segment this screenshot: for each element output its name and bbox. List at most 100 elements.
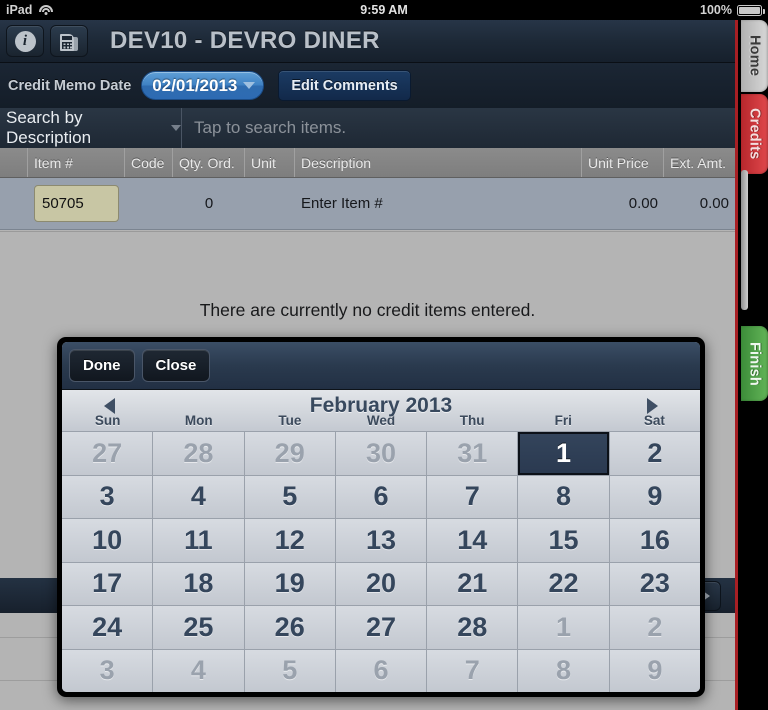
ios-status-bar: iPad 9:59 AM 100%	[0, 0, 768, 20]
calendar-day[interactable]: 3	[62, 475, 153, 518]
table-cell-code	[125, 178, 173, 229]
battery-icon	[737, 4, 765, 16]
date-picker-popover: Done Close Sun Mon Tue Wed Thu Fri Sat Februar…	[57, 337, 705, 697]
rail-scrollbar[interactable]	[741, 170, 748, 310]
calendar-day-name-fri: Fri	[554, 413, 572, 428]
calendar-day-names: Sun Mon Tue Wed Thu Fri Sat	[62, 413, 700, 428]
triangle-left-icon[interactable]	[104, 398, 115, 414]
calendar-day[interactable]: 24	[62, 606, 153, 649]
triangle-right-icon[interactable]	[647, 398, 658, 414]
table-column-header-blank[interactable]	[0, 148, 28, 177]
calendar-day[interactable]: 9	[609, 475, 700, 518]
calendar-day[interactable]: 22	[518, 562, 609, 605]
calendar-day[interactable]: 10	[62, 519, 153, 562]
calendar-day[interactable]: 29	[244, 432, 335, 475]
calendar-day[interactable]: 14	[427, 519, 518, 562]
rail-tab-credits[interactable]: Credits	[741, 94, 768, 174]
navigation-bar: i DEV10 - DEVRO DINER	[0, 20, 735, 62]
calendar-day[interactable]: 28	[427, 606, 518, 649]
search-mode-label: Search by Description	[6, 108, 92, 147]
credit-memo-date-value: 02/01/2013	[152, 75, 238, 95]
calendar-day[interactable]: 6	[335, 475, 427, 518]
table-cell-blank	[0, 178, 28, 229]
table-column-header-qty-ord[interactable]: Qty. Ord.	[173, 148, 245, 177]
calendar-day[interactable]: 1	[518, 606, 609, 649]
calendar-day-name-thu: Thu	[459, 413, 485, 428]
calendar-day[interactable]: 20	[335, 562, 427, 605]
close-button[interactable]: Close	[141, 349, 211, 382]
calendar-day[interactable]: 4	[153, 475, 244, 518]
calendar-day[interactable]: 27	[335, 606, 427, 649]
status-bar-right: 100%	[700, 3, 765, 17]
edit-comments-button[interactable]: Edit Comments	[278, 70, 411, 101]
rail-tab-finish[interactable]: Finish	[741, 326, 768, 401]
calendar-day[interactable]: 4	[153, 649, 244, 692]
item-number-input[interactable]: 50705	[34, 185, 119, 222]
table-cell-unit-price: 0.00	[628, 195, 658, 212]
calendar-day-name-sat: Sat	[643, 413, 665, 428]
calendar-day[interactable]: 3	[62, 649, 153, 692]
side-tab-rail: Home Credits Finish	[735, 20, 768, 710]
table-column-header-item[interactable]: Item #	[28, 148, 125, 177]
calendar-day[interactable]: 30	[335, 432, 427, 475]
calendar-day[interactable]: 2	[609, 432, 700, 475]
search-mode-dropdown[interactable]: Search by Description	[0, 108, 182, 148]
calendar-day[interactable]: 21	[427, 562, 518, 605]
calendar-day[interactable]: 7	[427, 649, 518, 692]
calendar-day[interactable]: 11	[153, 519, 244, 562]
table-column-header-code[interactable]: Code	[125, 148, 173, 177]
table-cell-description: Enter Item #	[301, 195, 383, 212]
calendar-day-name-tue: Tue	[278, 413, 302, 428]
credit-memo-date-label: Credit Memo Date	[8, 77, 132, 94]
calendar-day[interactable]: 16	[609, 519, 700, 562]
table-column-header-ext-amt[interactable]: Ext. Amt.	[664, 148, 735, 177]
calendar-day-selected[interactable]: 1	[518, 432, 609, 475]
calendar-day[interactable]: 13	[335, 519, 427, 562]
calendar-day[interactable]: 15	[518, 519, 609, 562]
date-picker-panel: Done Close Sun Mon Tue Wed Thu Fri Sat Februar…	[62, 342, 700, 692]
search-bar: Search by Description Tap to search item…	[0, 108, 735, 148]
search-input[interactable]: Tap to search items.	[182, 108, 735, 148]
table-cell-qty-ordered: 0	[204, 195, 214, 212]
date-picker-toolbar: Done Close	[62, 342, 700, 390]
calendar-day-name-mon: Mon	[184, 413, 213, 428]
calendar-day[interactable]: 9	[609, 649, 700, 692]
chevron-down-icon	[171, 125, 181, 131]
rail-tab-finish-label: Finish	[746, 341, 763, 386]
calendar-day[interactable]: 28	[153, 432, 244, 475]
calendar-day[interactable]: 5	[244, 475, 335, 518]
calendar-day[interactable]: 25	[153, 606, 244, 649]
calendar-day[interactable]: 27	[62, 432, 153, 475]
calendar-day[interactable]: 17	[62, 562, 153, 605]
calendar-day[interactable]: 5	[244, 649, 335, 692]
info-button[interactable]: i	[6, 25, 44, 57]
calendar-day[interactable]: 8	[518, 475, 609, 518]
status-bar-clock: 9:59 AM	[360, 3, 408, 17]
table-column-header-unit-price[interactable]: Unit Price	[582, 148, 664, 177]
rail-tab-home-label: Home	[746, 35, 763, 77]
credit-memo-date-picker[interactable]: 02/01/2013	[141, 71, 265, 100]
calendar-day[interactable]: 2	[609, 606, 700, 649]
calendar-day-name-wed: Wed	[366, 413, 396, 428]
calendar-day[interactable]: 31	[427, 432, 518, 475]
table-row[interactable]: 50705 0 Enter Item # 0.00 0.00	[0, 178, 735, 230]
rail-tab-home[interactable]: Home	[741, 20, 768, 92]
calendar-day[interactable]: 6	[335, 649, 427, 692]
calendar-day[interactable]: 12	[244, 519, 335, 562]
calendar-day[interactable]: 18	[153, 562, 244, 605]
calendar-day[interactable]: 26	[244, 606, 335, 649]
table-cell-unit	[245, 178, 295, 229]
table-column-header-unit[interactable]: Unit	[245, 148, 295, 177]
calendar-day[interactable]: 23	[609, 562, 700, 605]
done-button[interactable]: Done	[69, 349, 135, 382]
calendar-day[interactable]: 8	[518, 649, 609, 692]
page-title: DEV10 - DEVRO DINER	[110, 27, 380, 54]
calendar-day[interactable]: 7	[427, 475, 518, 518]
table-cell-item-number[interactable]: 50705	[28, 178, 125, 229]
ipad-screen: iPad 9:59 AM 100% i DEV10 - DEVRO DINER …	[0, 0, 768, 710]
calculator-button[interactable]	[50, 25, 88, 57]
table-column-header-description[interactable]: Description	[295, 148, 582, 177]
calendar-day[interactable]: 19	[244, 562, 335, 605]
calendar-header-row: Sun Mon Tue Wed Thu Fri Sat February 2013	[62, 390, 700, 432]
table-cell-ext-amount: 0.00	[699, 195, 729, 212]
